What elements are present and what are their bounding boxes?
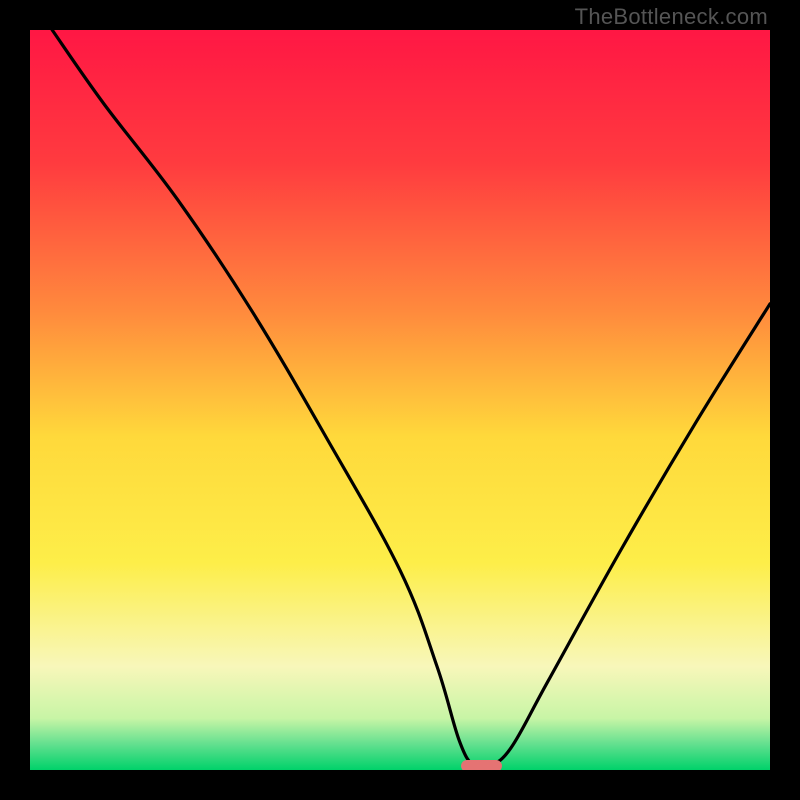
bottleneck-curve (30, 30, 770, 770)
plot-area (30, 30, 770, 770)
watermark-text: TheBottleneck.com (575, 4, 768, 30)
chart-frame: TheBottleneck.com (0, 0, 800, 800)
optimal-marker (461, 760, 502, 770)
